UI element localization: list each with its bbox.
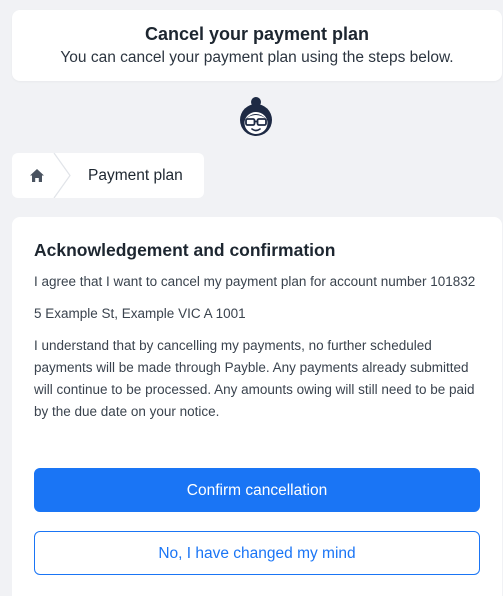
page-header: Cancel your payment plan You can cancel … <box>12 10 502 81</box>
acknowledgement-card: Acknowledgement and confirmation I agree… <box>12 217 502 596</box>
agree-text: I agree that I want to cancel my payment… <box>34 274 476 289</box>
page-title: Cancel your payment plan <box>144 24 370 44</box>
section-title: Acknowledgement and confirmation <box>34 240 336 260</box>
changed-mind-button[interactable]: No, I have changed my mind <box>34 531 480 575</box>
address-text: 5 Example St, Example VIC A 1001 <box>34 306 246 321</box>
breadcrumb: Payment plan <box>12 153 204 198</box>
page-subtitle: You can cancel your payment plan using t… <box>60 49 454 66</box>
understand-text: I understand that by cancelling my payme… <box>34 338 475 419</box>
breadcrumb-current: Payment plan <box>88 166 183 184</box>
home-icon <box>30 169 44 182</box>
confirm-cancellation-button[interactable]: Confirm cancellation <box>34 468 480 512</box>
mascot-avatar-icon <box>240 97 272 136</box>
breadcrumb-separator <box>53 153 71 198</box>
